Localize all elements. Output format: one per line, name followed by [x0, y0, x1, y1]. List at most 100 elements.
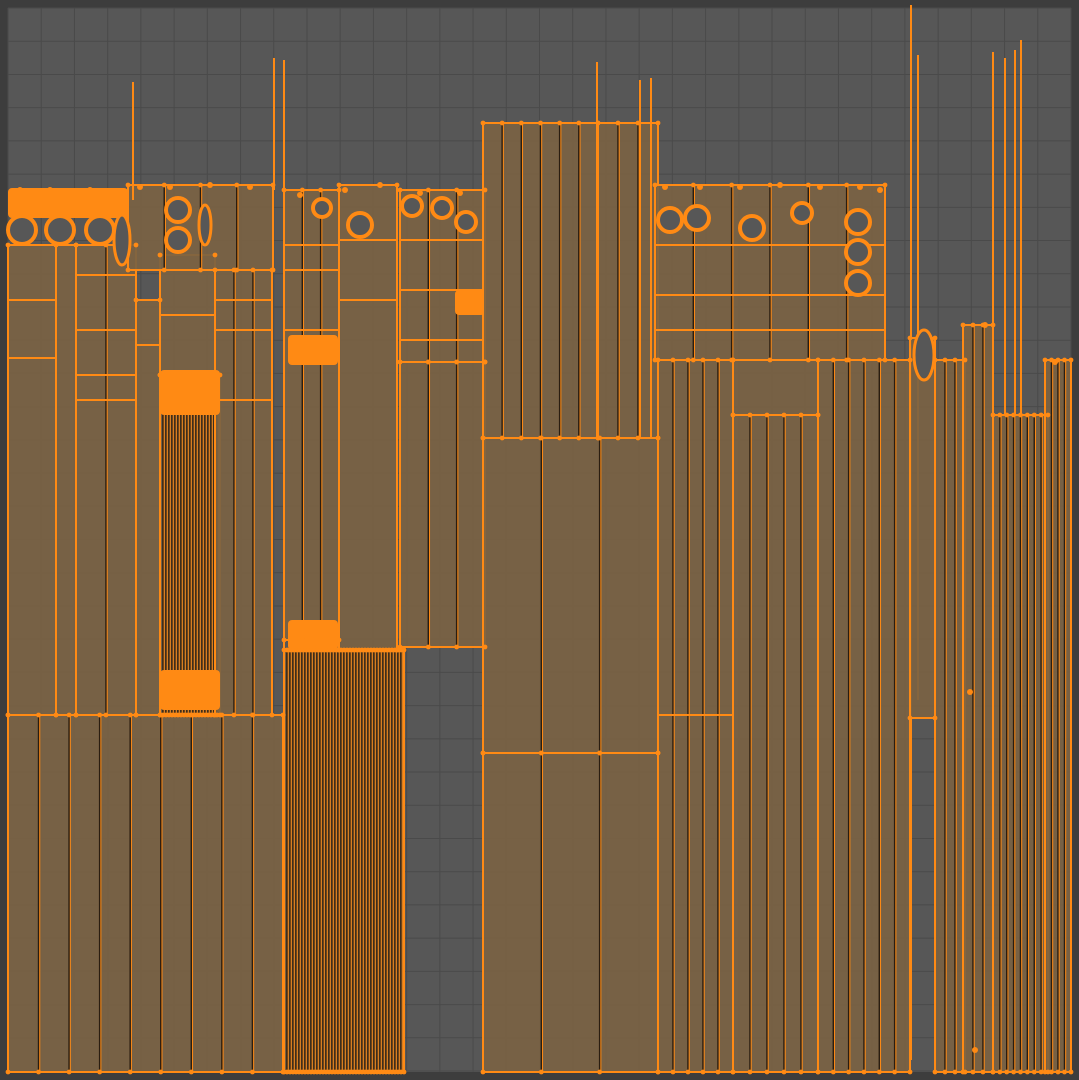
vertex-dot-icon[interactable]: [817, 184, 823, 190]
uv-face[interactable]: [283, 189, 340, 641]
uv-island-circle[interactable]: [844, 208, 872, 236]
uv-island-circle[interactable]: [346, 211, 374, 239]
vertex-dot-icon[interactable]: [876, 357, 882, 363]
vertex-dot-icon[interactable]: [518, 435, 524, 441]
vertex-dot-icon[interactable]: [798, 1069, 804, 1075]
vertex-dot-icon[interactable]: [846, 357, 852, 363]
vertex-dot-icon[interactable]: [615, 435, 621, 441]
vertex-dot-icon[interactable]: [982, 322, 988, 328]
uv-island-circle[interactable]: [844, 238, 872, 266]
vertex-dot-icon[interactable]: [952, 357, 958, 363]
vertex-dot-icon[interactable]: [877, 187, 883, 193]
vertex-dot-icon[interactable]: [715, 1069, 721, 1075]
vertex-dot-icon[interactable]: [1038, 412, 1044, 418]
vertex-dot-icon[interactable]: [157, 297, 163, 303]
vertex-dot-icon[interactable]: [247, 184, 253, 190]
uv-face[interactable]: [597, 122, 659, 439]
vertex-dot-icon[interactable]: [962, 357, 968, 363]
vertex-dot-icon[interactable]: [212, 267, 218, 273]
vertex-dot-icon[interactable]: [1031, 412, 1037, 418]
vertex-dot-icon[interactable]: [670, 357, 676, 363]
vertex-dot-icon[interactable]: [690, 182, 696, 188]
vertex-dot-icon[interactable]: [1004, 412, 1010, 418]
vertex-dot-icon[interactable]: [670, 1069, 676, 1075]
vertex-dot-icon[interactable]: [764, 1069, 770, 1075]
uv-face[interactable]: [909, 337, 936, 719]
vertex-dot-icon[interactable]: [270, 182, 276, 188]
vertex-dot-icon[interactable]: [231, 712, 237, 718]
vertex-dot-icon[interactable]: [1049, 1069, 1054, 1075]
uv-island-circle[interactable]: [197, 203, 213, 247]
vertex-dot-icon[interactable]: [815, 412, 821, 418]
vertex-dot-icon[interactable]: [1062, 357, 1067, 363]
uv-island-circle[interactable]: [430, 196, 454, 220]
vertex-dot-icon[interactable]: [798, 412, 804, 418]
vertex-dot-icon[interactable]: [685, 357, 691, 363]
vertex-dot-icon[interactable]: [482, 359, 488, 365]
vertex-dot-icon[interactable]: [615, 120, 621, 126]
uv-island-circle[interactable]: [844, 269, 872, 297]
vertex-dot-icon[interactable]: [952, 1069, 958, 1075]
vertex-dot-icon[interactable]: [269, 712, 275, 718]
uv-face[interactable]: [934, 359, 966, 1073]
uv-island-circle[interactable]: [790, 201, 814, 225]
uv-dense-edges[interactable]: [288, 335, 338, 365]
vertex-dot-icon[interactable]: [997, 1069, 1003, 1075]
vertex-dot-icon[interactable]: [655, 435, 661, 441]
vertex-dot-icon[interactable]: [635, 120, 641, 126]
vertex-dot-icon[interactable]: [907, 335, 913, 341]
uv-face[interactable]: [732, 359, 819, 416]
vertex-dot-icon[interactable]: [882, 357, 888, 363]
vertex-dot-icon[interactable]: [597, 435, 603, 441]
uv-face[interactable]: [7, 714, 284, 1073]
vertex-dot-icon[interactable]: [1055, 1069, 1061, 1075]
vertex-dot-icon[interactable]: [830, 1069, 836, 1075]
uv-face[interactable]: [399, 361, 486, 648]
uv-face[interactable]: [732, 414, 819, 1073]
vertex-dot-icon[interactable]: [972, 1047, 978, 1053]
vertex-dot-icon[interactable]: [167, 184, 173, 190]
uv-face[interactable]: [482, 752, 659, 1073]
vertex-dot-icon[interactable]: [158, 1069, 164, 1075]
vertex-dot-icon[interactable]: [417, 190, 423, 196]
vertex-dot-icon[interactable]: [1042, 357, 1048, 363]
vertex-dot-icon[interactable]: [1042, 1069, 1048, 1075]
vertex-dot-icon[interactable]: [767, 357, 773, 363]
vertex-dot-icon[interactable]: [1024, 1069, 1030, 1075]
vertex-dot-icon[interactable]: [250, 712, 256, 718]
uv-face[interactable]: [338, 184, 398, 651]
vertex-dot-icon[interactable]: [655, 120, 661, 126]
vertex-dot-icon[interactable]: [576, 435, 582, 441]
vertex-dot-icon[interactable]: [781, 412, 787, 418]
vertex-dot-icon[interactable]: [47, 187, 53, 193]
vertex-dot-icon[interactable]: [125, 267, 131, 273]
vertex-dot-icon[interactable]: [198, 267, 203, 273]
vertex-dot-icon[interactable]: [1011, 412, 1017, 418]
vertex-dot-icon[interactable]: [17, 187, 23, 193]
uv-island-circle[interactable]: [44, 214, 76, 246]
uv-face[interactable]: [482, 437, 659, 754]
vertex-dot-icon[interactable]: [652, 182, 658, 188]
vertex-dot-icon[interactable]: [1031, 1069, 1037, 1075]
vertex-dot-icon[interactable]: [967, 689, 973, 695]
vertex-dot-icon[interactable]: [747, 1069, 753, 1075]
vertex-dot-icon[interactable]: [53, 242, 59, 248]
vertex-dot-icon[interactable]: [397, 187, 403, 193]
vertex-dot-icon[interactable]: [662, 184, 668, 190]
vertex-dot-icon[interactable]: [425, 359, 431, 365]
vertex-dot-icon[interactable]: [377, 182, 383, 188]
uv-island-circle[interactable]: [912, 328, 936, 382]
vertex-dot-icon[interactable]: [161, 182, 167, 188]
vertex-dot-icon[interactable]: [767, 182, 773, 188]
vertex-dot-icon[interactable]: [398, 1069, 404, 1075]
vertex-dot-icon[interactable]: [336, 187, 342, 193]
vertex-dot-icon[interactable]: [53, 712, 59, 718]
vertex-dot-icon[interactable]: [932, 335, 938, 341]
vertex-dot-icon[interactable]: [597, 1069, 603, 1075]
uv-island-circle[interactable]: [738, 214, 766, 242]
vertex-dot-icon[interactable]: [482, 187, 488, 193]
vertex-dot-icon[interactable]: [597, 750, 603, 756]
vertex-dot-icon[interactable]: [715, 357, 721, 363]
vertex-dot-icon[interactable]: [318, 187, 324, 193]
uv-face[interactable]: [962, 324, 994, 1073]
